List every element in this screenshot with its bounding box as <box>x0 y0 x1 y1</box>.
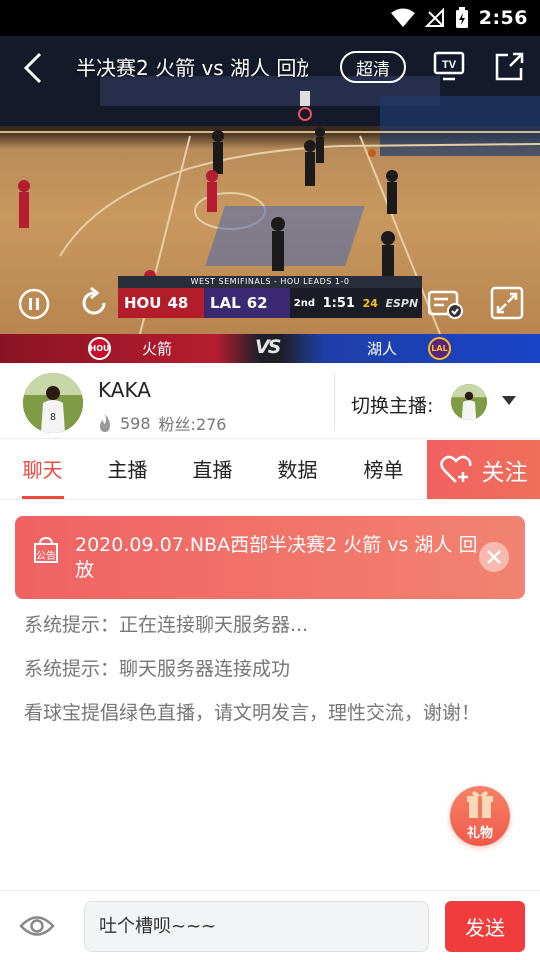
switch-anchor-avatar[interactable] <box>451 384 487 420</box>
announcement-banner: 公告 2020.09.07.NBA西部半决赛2 火箭 vs 湖人 回放 <box>15 516 525 599</box>
anchor-heat: 598 <box>120 413 151 433</box>
chat-message: 系统提示：聊天服务器连接成功 <box>24 658 291 680</box>
follow-button[interactable]: 关注 <box>427 440 540 499</box>
send-button[interactable]: 发送 <box>445 901 525 952</box>
heart-plus-icon <box>439 455 471 483</box>
scoreboard-away-score: 62 <box>246 294 268 312</box>
anchor-avatar[interactable]: 8 <box>23 373 83 433</box>
svg-text:TV: TV <box>442 59 457 71</box>
scoreboard-home-score: 48 <box>167 294 189 312</box>
away-team-logo: LAL <box>428 337 451 360</box>
danmaku-settings-icon[interactable] <box>428 290 464 320</box>
chevron-down-icon[interactable] <box>502 396 516 405</box>
status-bar: 2:56 <box>0 0 540 36</box>
anchor-name: KAKA <box>98 378 151 402</box>
away-team-logo-text: LAL <box>431 344 448 353</box>
close-icon[interactable] <box>479 542 509 572</box>
tab-anchor[interactable]: 主播 <box>85 440 170 500</box>
tab-active-indicator <box>22 496 64 499</box>
fullscreen-icon[interactable] <box>490 286 524 320</box>
tab-stats[interactable]: 数据 <box>255 440 340 500</box>
anchor-stats: 598 粉丝:276 <box>98 411 226 435</box>
gift-icon <box>467 791 493 818</box>
scoreboard-away: LAL 62 <box>204 288 290 318</box>
wifi-icon <box>390 8 415 27</box>
teams-bar: HOU 火箭 VS 湖人 LAL <box>0 334 540 363</box>
tab-ranking[interactable]: 榜单 <box>341 440 426 500</box>
switch-anchor-label[interactable]: 切换主播: <box>351 391 433 418</box>
gift-button[interactable]: 礼物 <box>450 786 510 846</box>
tv-cast-icon[interactable]: TV <box>433 50 465 82</box>
chat-message: 系统提示：正在连接聊天服务器... <box>24 614 309 636</box>
status-time: 2:56 <box>478 7 528 29</box>
video-player[interactable]: 半决赛2 火箭 vs 湖人 回放 超清 TV WEST SEMIFINALS -… <box>0 36 540 334</box>
scoreboard-home-team: HOU <box>124 294 162 312</box>
scoreboard-away-team: LAL <box>210 294 241 312</box>
tab-chat[interactable]: 聊天 <box>0 440 85 500</box>
scoreboard-info: 2nd 1:51 24 ESPN <box>290 288 422 318</box>
anchor-divider <box>334 373 335 431</box>
pause-icon[interactable] <box>18 288 50 320</box>
quality-button[interactable]: 超清 <box>340 51 406 83</box>
scoreboard-headline: WEST SEMIFINALS - HOU LEADS 1-0 <box>118 276 422 288</box>
flame-icon <box>100 414 110 432</box>
no-signal-icon <box>424 8 444 27</box>
tab-live[interactable]: 直播 <box>170 440 255 500</box>
away-team-name: 湖人 <box>367 340 398 358</box>
anchor-info: 8 KAKA 598 粉丝:276 切换主播: <box>0 363 540 439</box>
svg-text:8: 8 <box>50 412 56 423</box>
scoreboard-network: ESPN <box>385 296 419 310</box>
video-top-bar: 半决赛2 火箭 vs 湖人 回放 超清 TV <box>0 36 540 100</box>
share-external-icon[interactable] <box>492 50 526 84</box>
home-team-name: 火箭 <box>142 340 173 358</box>
scoreboard-clock: 1:51 <box>322 295 355 311</box>
battery-charging-icon <box>455 7 468 28</box>
anchor-fans: 粉丝:276 <box>158 415 227 434</box>
announcement-badge: 公告 <box>36 551 56 562</box>
eye-icon[interactable] <box>19 911 55 941</box>
announcement-icon: 公告 <box>31 536 61 564</box>
chat-message: 看球宝提倡绿色直播，请文明发言，理性交流，谢谢！ <box>24 702 481 724</box>
scoreboard-home: HOU 48 <box>118 288 204 318</box>
follow-label: 关注 <box>481 459 528 486</box>
chat-input-bar: 发送 <box>0 890 540 960</box>
refresh-icon[interactable] <box>77 286 111 320</box>
tab-bar: 聊天 主播 直播 数据 榜单 关注 <box>0 440 540 500</box>
home-team-logo-text: HOU <box>89 344 110 353</box>
status-icons: 2:56 <box>390 0 528 36</box>
gift-label: 礼物 <box>466 826 493 841</box>
scoreboard-shot-clock: 24 <box>362 296 378 310</box>
scoreboard-period: 2nd <box>293 297 316 309</box>
announcement-text: 2020.09.07.NBA西部半决赛2 火箭 vs 湖人 回放 <box>75 534 478 581</box>
scoreboard-overlay: WEST SEMIFINALS - HOU LEADS 1-0 HOU 48 L… <box>118 276 422 318</box>
vs-mark: VS <box>255 336 281 358</box>
back-arrow-icon[interactable] <box>18 50 52 86</box>
home-team-logo: HOU <box>88 337 111 360</box>
chat-input[interactable] <box>84 901 429 952</box>
video-title: 半决赛2 火箭 vs 湖人 回放 <box>76 56 308 80</box>
